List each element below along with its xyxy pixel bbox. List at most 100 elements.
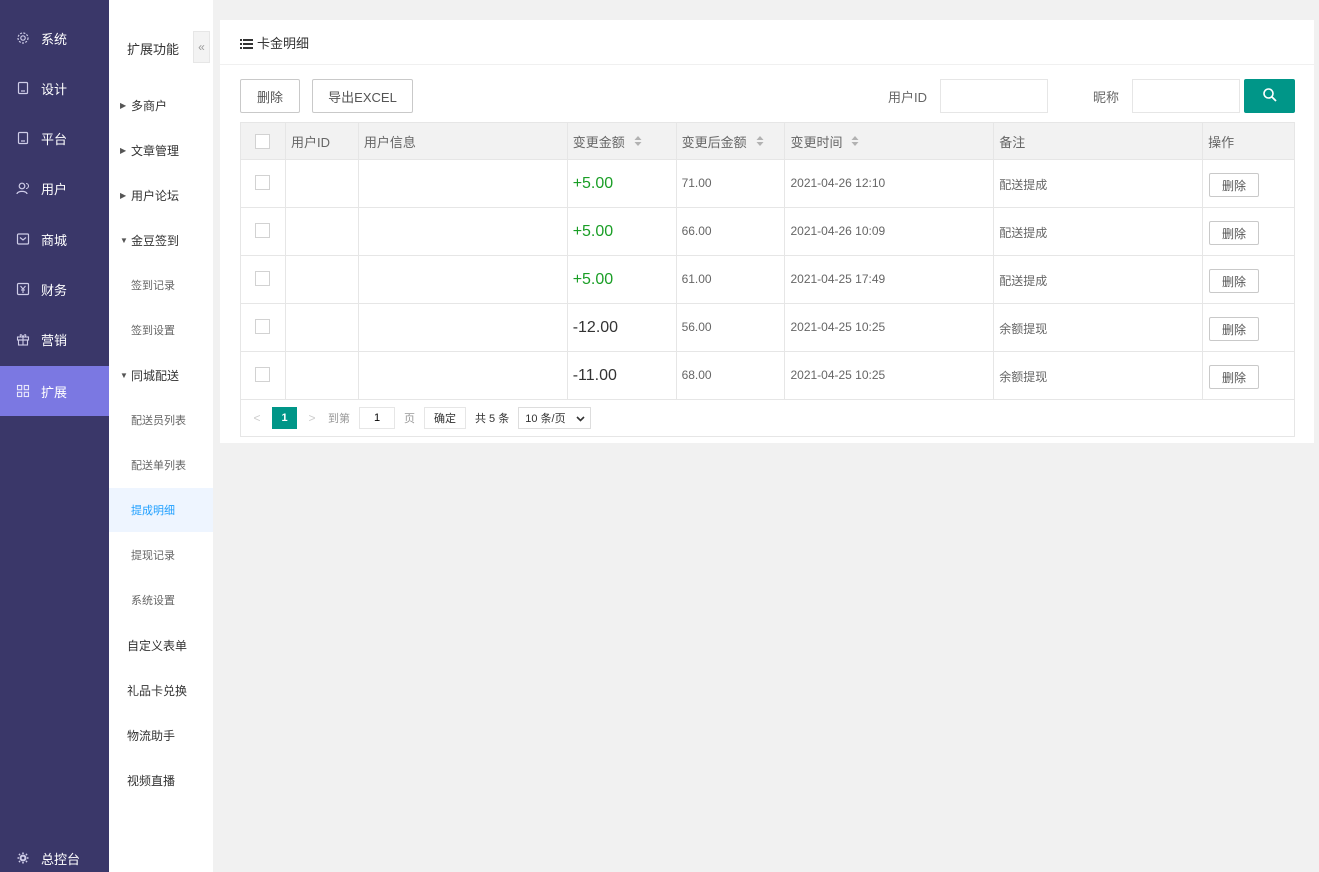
header-label: 变更时间 (790, 135, 843, 150)
sidebar-item-label: 商城 (41, 232, 68, 248)
row-delete-button[interactable]: 删除 (1209, 269, 1260, 293)
row-checkbox[interactable] (255, 271, 271, 286)
cog-icon (16, 851, 30, 865)
tablet-icon (16, 131, 30, 145)
current-page[interactable]: 1 (272, 407, 297, 429)
sidebar-item-dashboard[interactable]: 总控台 (0, 833, 109, 872)
header-label: 备注 (999, 135, 1026, 150)
submenu-group-delivery[interactable]: ▼ 同城配送 (109, 355, 213, 395)
userid-label: 用户ID (888, 90, 928, 105)
submenu-item-couriers[interactable]: 配送员列表 (109, 400, 213, 440)
submenu-item-signin-records[interactable]: 签到记录 (109, 265, 213, 305)
sidebar-item-platform[interactable]: 平台 (0, 113, 109, 163)
sort-icon[interactable] (634, 135, 642, 147)
submenu-label: 礼品卡兑换 (127, 683, 188, 698)
sidebar-item-design[interactable]: 设计 (0, 63, 109, 113)
users-icon (16, 181, 30, 195)
submenu-label: 签到记录 (131, 280, 175, 292)
collapse-button[interactable]: « (193, 31, 210, 63)
sidebar-item-finance[interactable]: 财务 (0, 264, 109, 314)
submenu-item-gift-card[interactable]: 礼品卡兑换 (109, 670, 213, 710)
row-delete-button[interactable]: 删除 (1209, 173, 1260, 197)
sidebar-item-users[interactable]: 用户 (0, 163, 109, 213)
sidebar-item-mall[interactable]: 商城 (0, 214, 109, 264)
header-after-amount[interactable]: 变更后金额 (677, 123, 786, 159)
next-page-button[interactable]: > (306, 411, 318, 425)
cell-user-id (286, 256, 359, 303)
cell-after-amount: 68.00 (677, 352, 786, 399)
pagination: < 1 > 到第 页 确定 共 5 条 10 条/页 (241, 400, 1294, 436)
header-label: 变更后金额 (681, 135, 747, 150)
cell-user-id (286, 352, 359, 399)
cell-time: 2021-04-25 10:25 (785, 352, 995, 399)
nickname-input[interactable] (1132, 79, 1240, 113)
list-icon (240, 37, 253, 49)
submenu-group-signin[interactable]: ▼ 金豆签到 (109, 220, 213, 260)
userid-input[interactable] (940, 79, 1048, 113)
row-delete-button[interactable]: 删除 (1209, 365, 1260, 389)
row-delete-button[interactable]: 删除 (1209, 317, 1260, 341)
cell-after-amount: 61.00 (677, 256, 786, 303)
submenu-label: 同城配送 (131, 368, 180, 383)
page-size-select[interactable]: 10 条/页 (518, 407, 592, 429)
prev-page-button[interactable]: < (251, 411, 263, 425)
row-checkbox[interactable] (255, 367, 271, 382)
sidebar-item-label: 营销 (41, 332, 68, 348)
page-title: 卡金明细 (257, 35, 310, 51)
goto-page-input[interactable] (359, 407, 395, 429)
cell-action: 删除 (1203, 352, 1294, 399)
submenu-item-system-settings[interactable]: 系统设置 (109, 580, 213, 620)
goto-label: 到第 (328, 413, 350, 425)
delete-button[interactable]: 删除 (240, 79, 300, 113)
cell-after-amount: 56.00 (677, 304, 786, 351)
table-row: +5.00 61.00 2021-04-25 17:49 配送提成 删除 (241, 256, 1294, 304)
submenu-item-commission-detail[interactable]: 提成明细 (109, 488, 213, 532)
cell-user-info (359, 160, 568, 207)
goto-confirm-button[interactable]: 确定 (424, 407, 466, 429)
search-button[interactable] (1244, 79, 1295, 113)
row-checkbox[interactable] (255, 223, 271, 238)
row-checkbox[interactable] (255, 175, 271, 190)
amount-value: +5.00 (572, 223, 614, 240)
submenu-group-multi-merchant[interactable]: ▶ 多商户 (109, 85, 213, 125)
sidebar-item-label: 系统 (41, 31, 68, 47)
sidebar-item-extend[interactable]: 扩展 (0, 366, 109, 416)
page-unit-label: 页 (404, 413, 415, 425)
select-all-checkbox[interactable] (255, 134, 271, 149)
sidebar-item-marketing[interactable]: 营销 (0, 314, 109, 364)
submenu-label: 系统设置 (131, 595, 175, 607)
sidebar-item-label: 用户 (41, 181, 68, 197)
submenu-label: 签到设置 (131, 325, 175, 337)
main-panel: 卡金明细 删除 导出EXCEL 用户ID 昵称 用户ID 用户信息 变更金额 变… (220, 20, 1314, 443)
cell-note: 余额提现 (994, 304, 1204, 351)
row-checkbox[interactable] (255, 319, 271, 334)
cell-user-id (286, 160, 359, 207)
sidebar-item-system[interactable]: 系统 (0, 13, 109, 63)
cell-note: 配送提成 (994, 208, 1204, 255)
submenu-group-article[interactable]: ▶ 文章管理 (109, 130, 213, 170)
sort-icon[interactable] (851, 135, 859, 147)
sort-icon[interactable] (756, 135, 764, 147)
submenu-group-forum[interactable]: ▶ 用户论坛 (109, 175, 213, 215)
submenu-item-signin-settings[interactable]: 签到设置 (109, 310, 213, 350)
caret-right-icon: ▶ (120, 190, 127, 200)
row-delete-button[interactable]: 删除 (1209, 221, 1260, 245)
submenu-item-withdraw-records[interactable]: 提现记录 (109, 535, 213, 575)
submenu-item-custom-form[interactable]: 自定义表单 (109, 625, 213, 665)
mail-icon (16, 232, 30, 246)
submenu-item-live[interactable]: 视频直播 (109, 760, 213, 800)
header-time[interactable]: 变更时间 (785, 123, 995, 159)
submenu-label: 自定义表单 (127, 638, 188, 653)
cell-time: 2021-04-26 12:10 (785, 160, 995, 207)
total-count: 共 5 条 (475, 413, 510, 425)
export-excel-button[interactable]: 导出EXCEL (312, 79, 413, 113)
header-amount[interactable]: 变更金额 (568, 123, 677, 159)
header-action: 操作 (1203, 123, 1294, 159)
submenu-item-logistics[interactable]: 物流助手 (109, 715, 213, 755)
submenu-item-delivery-orders[interactable]: 配送单列表 (109, 445, 213, 485)
header-label: 变更金额 (572, 135, 625, 150)
cell-user-id (286, 208, 359, 255)
cell-after-amount: 66.00 (677, 208, 786, 255)
cell-amount: +5.00 (568, 160, 677, 207)
amount-value: +5.00 (572, 271, 614, 288)
